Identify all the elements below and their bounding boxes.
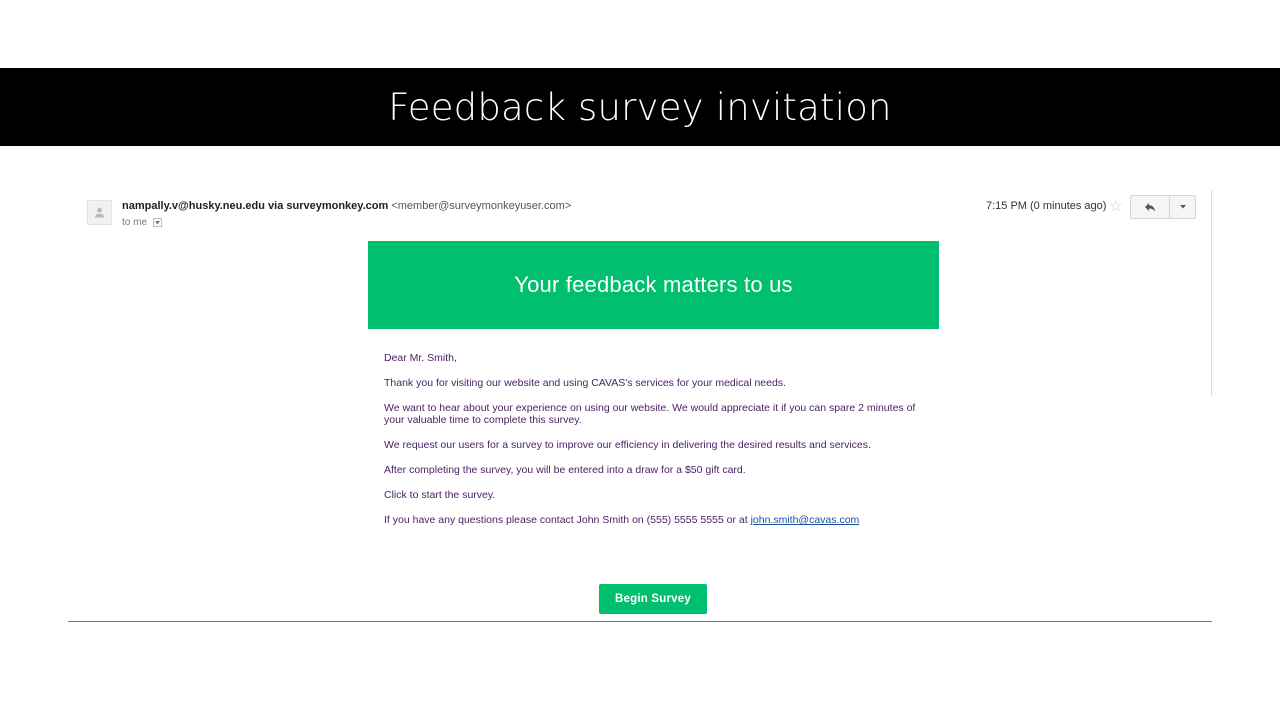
sender-name[interactable]: nampally.v@husky.neu.edu via surveymonke… [122,200,388,212]
bottom-divider [68,621,1212,622]
recipient-line: to me [122,217,163,228]
contact-email-link[interactable]: john.smith@cavas.com [751,514,860,526]
chevron-down-icon [1179,205,1186,209]
body-paragraph: Click to start the survey. [384,489,496,501]
begin-survey-button[interactable]: Begin Survey [599,584,707,614]
body-paragraph: We request our users for a survey to imp… [384,439,871,451]
sender-avatar [87,200,112,225]
greeting: Dear Mr. Smith, [384,352,457,364]
sender-address: <member@surveymonkeyuser.com> [391,200,572,212]
more-actions-button[interactable] [1169,195,1196,219]
star-icon[interactable]: ☆ [1109,197,1122,215]
reply-button[interactable] [1130,195,1170,219]
email-view: nampally.v@husky.neu.edu via surveymonke… [0,0,1280,720]
chevron-down-icon [155,220,161,224]
email-header-title: Your feedback matters to us [514,272,793,297]
email-header-banner: Your feedback matters to us [368,241,939,329]
email-body: Dear Mr. Smith, Thank you for visiting o… [384,352,929,539]
body-paragraph: Thank you for visiting our website and u… [384,377,786,389]
body-paragraph: We want to hear about your experience on… [384,402,916,426]
recipient-details-toggle[interactable] [153,218,163,227]
recipient-label: to me [122,217,148,228]
sender-line: nampally.v@husky.neu.edu via surveymonke… [122,200,571,212]
person-icon [95,207,104,218]
message-timestamp: 7:15 PM (0 minutes ago) [986,200,1107,212]
reply-icon [1145,203,1155,212]
pane-divider [1211,190,1212,396]
body-paragraph: After completing the survey, you will be… [384,464,746,476]
contact-text: If you have any questions please contact… [384,514,751,526]
contact-paragraph: If you have any questions please contact… [384,514,929,526]
